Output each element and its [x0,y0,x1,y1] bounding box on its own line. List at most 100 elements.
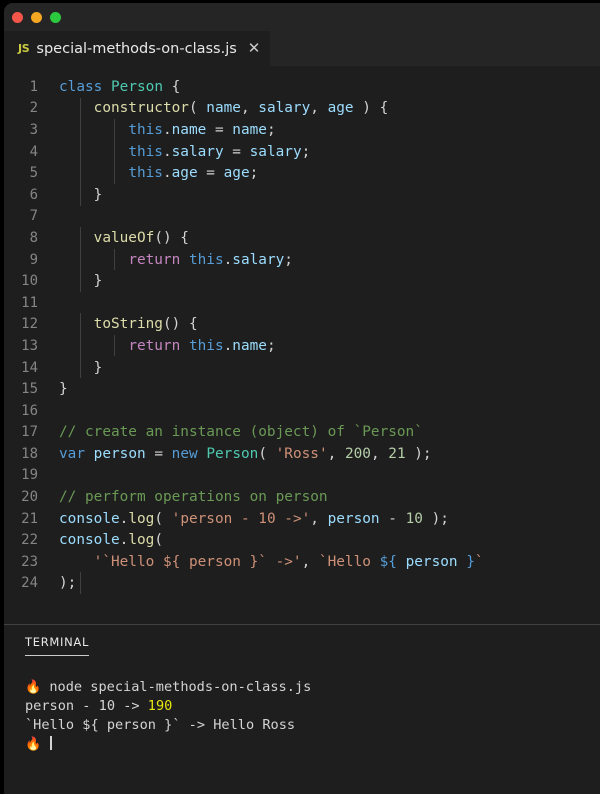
token-plain: () { [154,229,189,246]
terminal-text: `Hello ${ person }` -> Hello Ross [25,717,296,733]
token-key: class [59,78,103,95]
token-str: 'Ross' [275,445,328,462]
line-number: 12 [21,316,38,333]
token-var: name [232,337,267,354]
line-number: 14 [21,359,38,376]
tab-bar: JS special-methods-on-class.js ✕ [4,31,600,66]
code-text[interactable]: class Person { [59,79,600,95]
token-plain: } [59,381,68,398]
code-text[interactable]: } [59,187,600,203]
tab-special-methods-on-class-js[interactable]: JS special-methods-on-class.js ✕ [4,31,271,66]
token-plain: ; [249,165,259,182]
code-text[interactable]: console.log( 'person - 10 ->', person - … [59,511,600,527]
code-text[interactable]: constructor( name, salary, age ) { [59,100,600,116]
code-line: 19 [4,465,600,487]
token-plain: , [240,100,259,117]
token-plain: = [145,445,172,462]
code-text[interactable]: } [59,360,600,376]
token-key: this [128,121,163,138]
tab-terminal[interactable]: TERMINAL [25,635,90,656]
line-number: 17 [21,424,38,441]
code-text[interactable]: valueOf() { [59,230,600,246]
line-number: 11 [21,294,38,311]
terminal-panel[interactable]: TERMINAL 🔥 node special-methods-on-class… [4,625,600,794]
code-line: 20 // perform operations on person [4,486,600,508]
token-plain: . [162,121,172,138]
terminal-tab-bar: TERMINAL [25,635,600,656]
code-text[interactable]: this.salary = salary; [59,144,600,160]
token-plain: , [310,510,328,527]
code-text[interactable]: } [59,273,600,289]
code-line: 8 valueOf() { [4,227,600,249]
terminal-cursor [50,736,53,750]
code-text[interactable]: } [59,381,600,397]
code-text[interactable]: this.age = age; [59,165,600,181]
line-number: 24 [21,575,38,592]
token-plain: ; [284,251,293,268]
token-plain: , [301,553,319,570]
token-var: age [327,100,354,117]
terminal-output: 🔥 node special-methods-on-class.js person… [25,678,600,754]
code-line: 21 console.log( 'person - 10 ->', person … [4,508,600,530]
code-text[interactable]: return this.salary; [59,252,600,268]
line-number: 8 [29,229,38,246]
code-text[interactable]: // create an instance (object) of `Perso… [59,424,600,440]
close-icon[interactable]: ✕ [248,41,261,56]
terminal-line: `Hello ${ person }` -> Hello Ross [25,716,600,735]
token-var: name [232,121,267,138]
token-func: toString [93,316,163,333]
line-number: 23 [21,553,38,570]
code-text[interactable]: return this.name; [59,338,600,354]
token-plain: . [223,251,233,268]
code-text[interactable]: '`Hello ${ person }` ->', `Hello ${ pers… [59,554,600,570]
token-str: ` [474,553,484,570]
window-close-button[interactable] [12,12,23,23]
code-text[interactable]: var person = new Person( 'Ross', 200, 21… [59,446,600,462]
window-maximize-button[interactable] [50,12,61,23]
token-plain: } [59,186,103,203]
line-number: 2 [29,100,38,117]
code-text[interactable]: // perform operations on person [59,489,600,505]
token-var: age [171,165,198,182]
code-text[interactable]: this.name = name; [59,122,600,138]
token-var: name [171,121,207,138]
token-key: this [128,143,163,160]
code-text[interactable]: toString() { [59,316,600,332]
terminal-line: 🔥 [25,735,600,754]
token-plain: () { [162,316,198,333]
editor-window: JS special-methods-on-class.js ✕ 1 class … [4,3,600,794]
token-key: this [188,337,224,354]
line-number: 6 [29,186,38,203]
token-ctrl: return [128,337,181,354]
code-line: 24); [4,573,600,595]
token-cmt: // create an instance (object) of `Perso… [59,424,423,441]
code-text[interactable]: console.log( [59,532,600,548]
token-plain: ( [154,532,163,549]
code-text[interactable]: ); [59,575,600,591]
line-number: 9 [29,251,38,268]
code-line: 11 [4,292,600,314]
window-minimize-button[interactable] [31,12,42,23]
code-line: 7 [4,206,600,228]
code-editor[interactable]: 1 class Person {2 constructor( name, sala… [4,66,600,624]
line-number: 18 [21,445,38,462]
code-line: 14 } [4,357,600,379]
tab-label: special-methods-on-class.js [36,40,237,57]
fire-prompt-icon: 🔥 [25,737,42,752]
token-num: 21 [388,445,406,462]
token-var: salary [258,100,311,117]
token-var: salary [232,251,285,268]
token-key: var [59,445,85,462]
token-plain: , [370,445,389,462]
code-line: 23 '`Hello ${ person }` ->', `Hello ${ p… [4,551,600,573]
token-plain: = [206,121,233,138]
